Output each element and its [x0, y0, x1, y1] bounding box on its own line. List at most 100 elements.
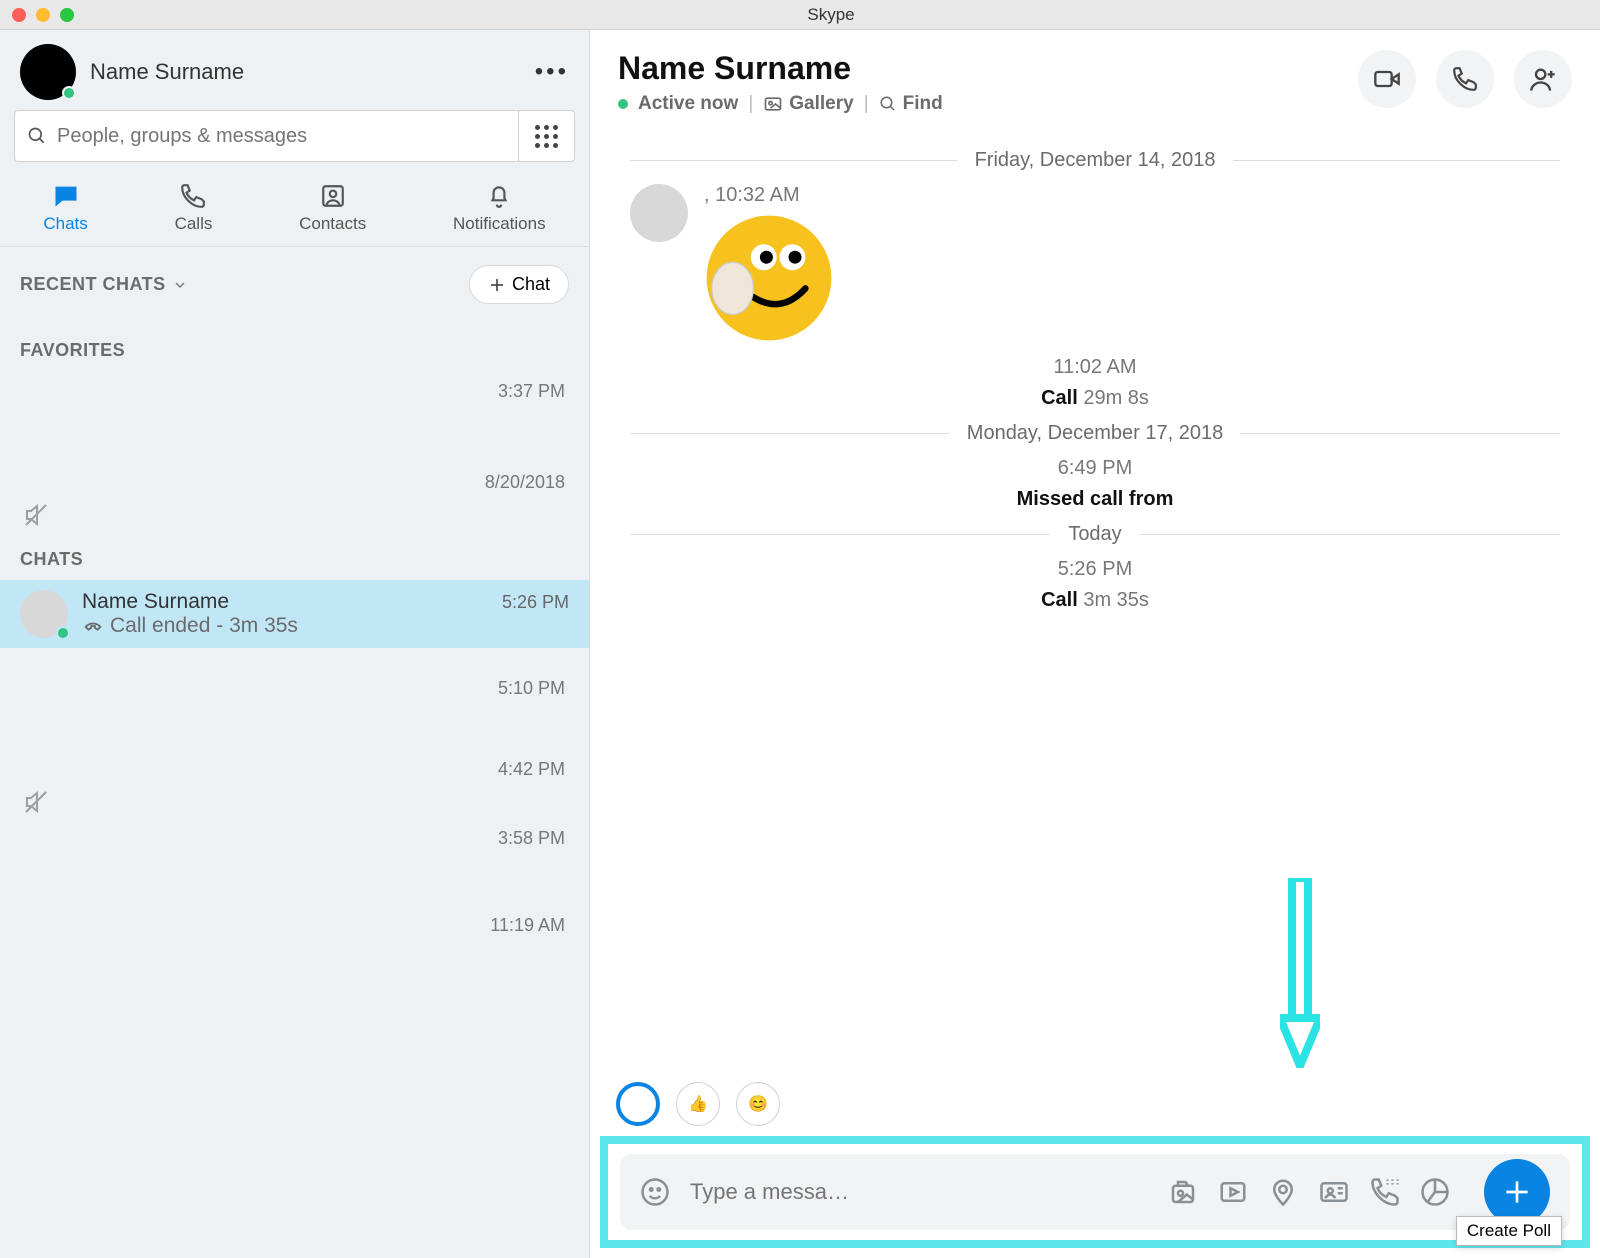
contact-card-button[interactable]	[1318, 1177, 1350, 1207]
call-time: 11:02 AM	[630, 356, 1560, 379]
new-chat-button[interactable]: Chat	[469, 265, 569, 304]
attach-file-button[interactable]	[1168, 1177, 1198, 1207]
chats-icon	[52, 182, 80, 210]
notifications-icon	[485, 182, 513, 210]
chat-stub-time[interactable]: 11:19 AM	[0, 905, 589, 946]
phone-icon	[1452, 66, 1478, 92]
chat-item-time: 5:26 PM	[502, 592, 569, 613]
search-icon	[879, 95, 897, 113]
message-input[interactable]	[690, 1179, 1148, 1205]
contacts-icon	[319, 182, 347, 210]
muted-icon	[0, 503, 589, 531]
tab-contacts-label: Contacts	[299, 214, 366, 234]
dialpad-button[interactable]	[519, 110, 575, 162]
call-time: 6:49 PM	[630, 457, 1560, 480]
call-ended-icon	[82, 615, 104, 637]
call-time: 5:26 PM	[630, 558, 1560, 581]
me-name[interactable]: Name Surname	[90, 59, 244, 85]
poll-button[interactable]	[1420, 1177, 1450, 1207]
reaction-smile-button[interactable]: 😊	[736, 1082, 780, 1126]
contact-card-icon	[1318, 1177, 1350, 1207]
message-list[interactable]: Friday, December 14, 2018 , 10:32 AM	[590, 127, 1600, 1078]
video-call-button[interactable]	[1358, 50, 1416, 108]
location-button[interactable]	[1268, 1177, 1298, 1207]
video-message-icon	[1218, 1177, 1248, 1207]
compose-bar	[620, 1154, 1570, 1230]
presence-indicator	[62, 86, 76, 100]
emoji-button[interactable]	[640, 1177, 670, 1207]
find-label: Find	[903, 93, 943, 115]
smile-icon: 😊	[748, 1094, 768, 1114]
add-people-button[interactable]	[1514, 50, 1572, 108]
chat-item-subtitle: Call ended - 3m 35s	[110, 614, 298, 638]
chat-stub-time[interactable]: 4:42 PM	[0, 749, 589, 790]
tab-notifications[interactable]: Notifications	[433, 178, 566, 238]
search-icon	[27, 126, 47, 146]
more-menu-button[interactable]: •••	[535, 58, 569, 86]
minimize-window-icon[interactable]	[36, 8, 50, 22]
date-divider: Monday, December 17, 2018	[967, 422, 1223, 445]
poll-icon	[1420, 1177, 1450, 1207]
window-title: Skype	[74, 5, 1588, 25]
tab-chats[interactable]: Chats	[23, 178, 107, 238]
add-person-icon	[1529, 65, 1557, 93]
call-duration: 29m 8s	[1083, 387, 1149, 409]
chat-stub-time[interactable]: 5:10 PM	[0, 668, 589, 709]
missed-call-entry: Missed call from	[630, 488, 1560, 511]
chat-title[interactable]: Name Surname	[618, 50, 1338, 87]
tab-calls[interactable]: Calls	[155, 178, 233, 238]
call-duration: 3m 35s	[1083, 589, 1149, 611]
date-divider: Today	[1068, 523, 1121, 546]
chat-list: 3:37 PM 8/20/2018 CHATS Name Surname 5:2…	[0, 371, 589, 1258]
call-entry: Call 3m 35s	[630, 589, 1560, 612]
reaction-thumbsup-button[interactable]: 👍	[676, 1082, 720, 1126]
schedule-icon	[1370, 1177, 1400, 1207]
presence-indicator	[56, 626, 70, 640]
chats-header: CHATS	[20, 549, 83, 570]
video-icon	[1373, 65, 1401, 93]
chat-item-selected[interactable]: Name Surname 5:26 PM Call ended - 3m 35s	[0, 580, 589, 648]
chat-stub-time[interactable]: 3:37 PM	[0, 371, 589, 412]
audio-call-button[interactable]	[1436, 50, 1494, 108]
plus-icon	[1501, 1176, 1533, 1208]
tab-contacts[interactable]: Contacts	[279, 178, 386, 238]
separator: |	[748, 93, 753, 115]
plus-icon	[488, 276, 506, 294]
me-avatar[interactable]	[20, 44, 76, 100]
missed-call-label: Missed call from	[1017, 488, 1174, 510]
schedule-call-button[interactable]	[1370, 1177, 1400, 1207]
chat-header: Name Surname Active now | Gallery | Find	[590, 30, 1600, 127]
close-window-icon[interactable]	[12, 8, 26, 22]
separator: |	[864, 93, 869, 115]
reaction-cortana-button[interactable]	[616, 1082, 660, 1126]
video-message-button[interactable]	[1218, 1177, 1248, 1207]
find-link[interactable]: Find	[879, 93, 943, 115]
dialpad-icon	[535, 125, 558, 148]
tab-chats-label: Chats	[43, 214, 87, 234]
thumbs-up-icon: 👍	[688, 1094, 708, 1114]
emoji-icon	[640, 1177, 670, 1207]
status-text: Active now	[638, 93, 738, 115]
gallery-link[interactable]: Gallery	[763, 93, 853, 115]
presence-dot-icon	[618, 99, 628, 109]
favorites-header: FAVORITES	[20, 340, 125, 361]
window-controls	[12, 8, 74, 22]
search-box[interactable]	[14, 110, 519, 162]
chat-item-name: Name Surname	[82, 590, 229, 614]
tooltip-create-poll: Create Poll	[1456, 1216, 1562, 1246]
location-icon	[1268, 1177, 1298, 1207]
tab-calls-label: Calls	[175, 214, 213, 234]
sender-avatar[interactable]	[630, 184, 688, 242]
recent-chats-header[interactable]: RECENT CHATS	[20, 274, 166, 295]
chat-stub-time[interactable]: 8/20/2018	[0, 462, 589, 503]
gallery-label: Gallery	[789, 93, 853, 115]
chat-stub-time[interactable]: 3:58 PM	[0, 818, 589, 859]
search-input[interactable]	[57, 125, 506, 148]
hi-emoji	[704, 213, 834, 343]
message-row: , 10:32 AM	[630, 184, 1560, 348]
muted-icon	[0, 790, 589, 818]
maximize-window-icon[interactable]	[60, 8, 74, 22]
call-label: Call	[1041, 589, 1078, 611]
date-divider: Friday, December 14, 2018	[975, 149, 1216, 172]
status-active[interactable]: Active now	[618, 93, 738, 115]
